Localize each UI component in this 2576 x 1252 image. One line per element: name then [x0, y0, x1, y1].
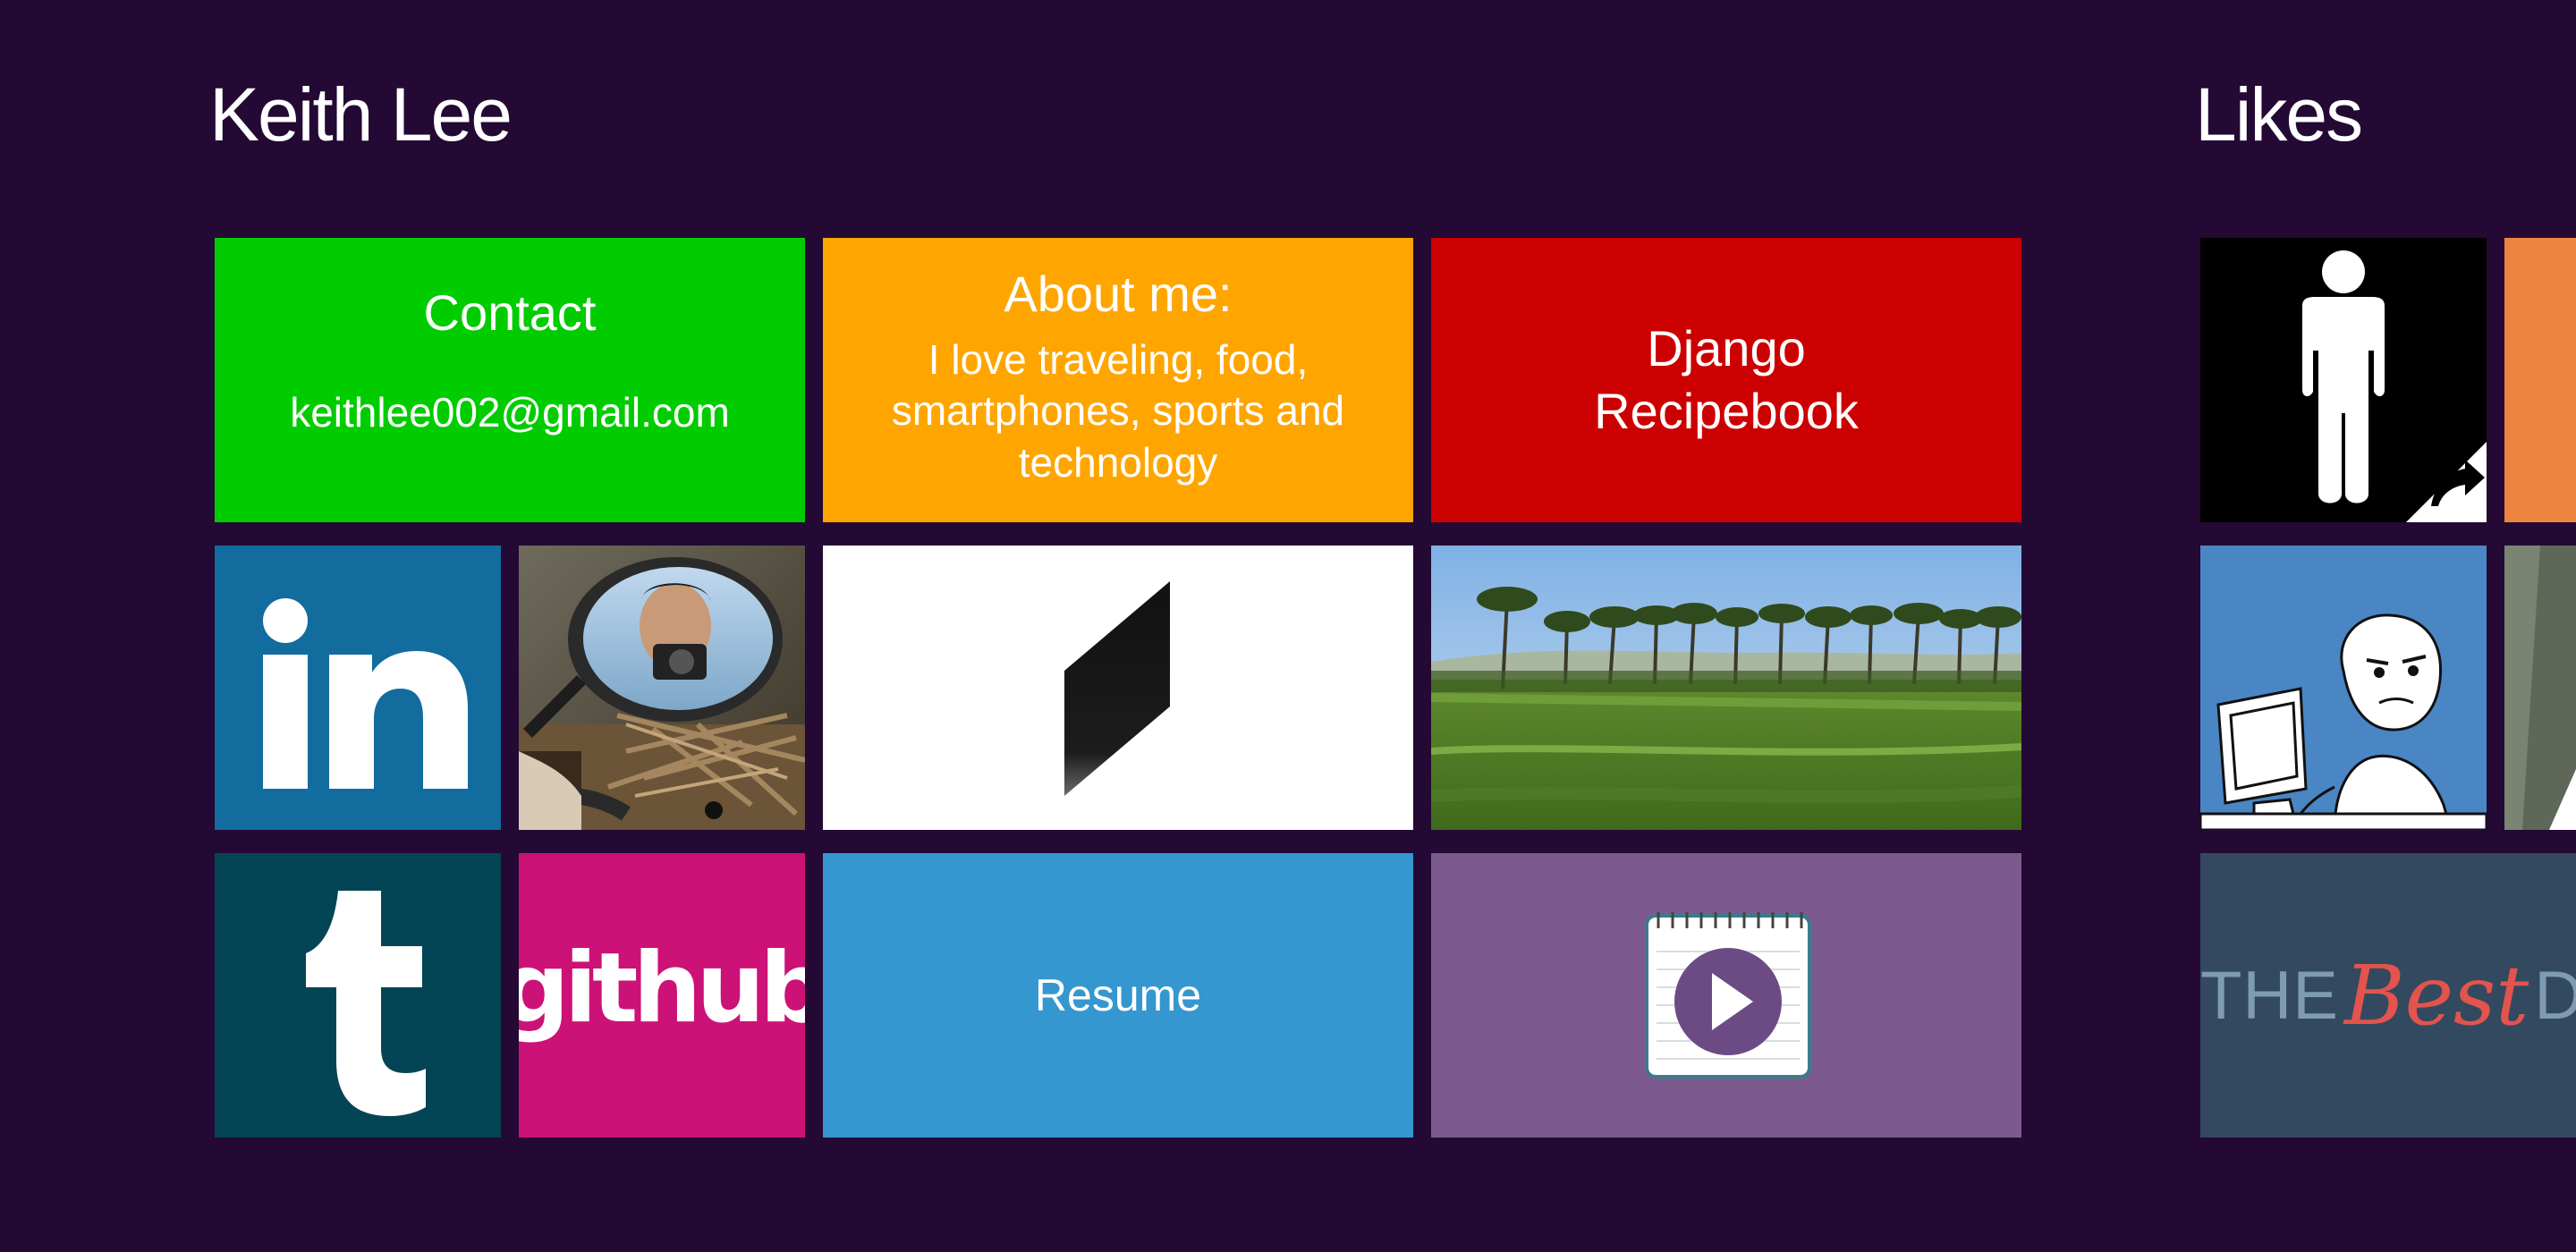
tile-linkedin[interactable] [215, 546, 501, 830]
group-title-owner: Keith Lee [209, 72, 513, 156]
best-de-text: DE [2534, 957, 2576, 1034]
tile-contact[interactable]: Contact keithlee002@gmail.com [215, 238, 805, 522]
tile-video[interactable] [1431, 853, 2021, 1138]
best-the-text: THE [2200, 957, 2339, 1034]
tile-tumblr[interactable] [215, 853, 501, 1138]
video-notepad-play-icon [1645, 912, 1811, 1079]
meme-computer-guy-icon [2200, 613, 2487, 830]
start-screen: Keith Lee Likes Contact keithlee002@gmai… [0, 0, 2576, 1252]
slash-logo-icon [1064, 581, 1170, 796]
about-text: I love traveling, food, smartphones, spo… [891, 335, 1345, 486]
tile-about-me[interactable]: About me: I love traveling, food, smartp… [823, 238, 1413, 522]
resume-label: Resume [1034, 969, 1202, 1020]
linkedin-icon [263, 598, 468, 789]
photo-mirror-selfie [519, 546, 805, 830]
likes-tile-meme[interactable] [2200, 546, 2487, 830]
tile-landscape-photo[interactable] [1431, 546, 2021, 830]
person-restroom-icon [2302, 250, 2487, 522]
tile-photo-mirror[interactable] [519, 546, 805, 830]
tile-django-recipebook[interactable]: Django Recipebook [1431, 238, 2021, 522]
grey-photo-tile [2504, 546, 2576, 830]
contact-heading: Contact [423, 284, 597, 342]
django-line2: Recipebook [1594, 383, 1859, 439]
tile-logo[interactable] [823, 546, 1413, 830]
django-line1: Django [1647, 320, 1806, 376]
palm-trees-field-photo [1431, 546, 2021, 830]
tumblr-icon [306, 891, 426, 1116]
contact-email[interactable]: keithlee002@gmail.com [290, 387, 730, 439]
best-script-text: Best [2344, 947, 2529, 1044]
likes-tile-restroom[interactable] [2200, 238, 2487, 522]
about-heading: About me: [1004, 265, 1233, 322]
tile-github[interactable]: github [519, 853, 805, 1138]
tile-resume[interactable]: Resume [823, 853, 1413, 1138]
likes-tile-grey-photo[interactable] [2504, 546, 2576, 830]
group-title-likes: Likes [2195, 72, 2363, 156]
github-logo-text: github [519, 933, 805, 1045]
likes-tile-the-best-de[interactable]: THE Best DE [2200, 853, 2576, 1138]
likes-tile-orange[interactable] [2504, 238, 2576, 522]
github-icon: github [519, 933, 805, 1045]
